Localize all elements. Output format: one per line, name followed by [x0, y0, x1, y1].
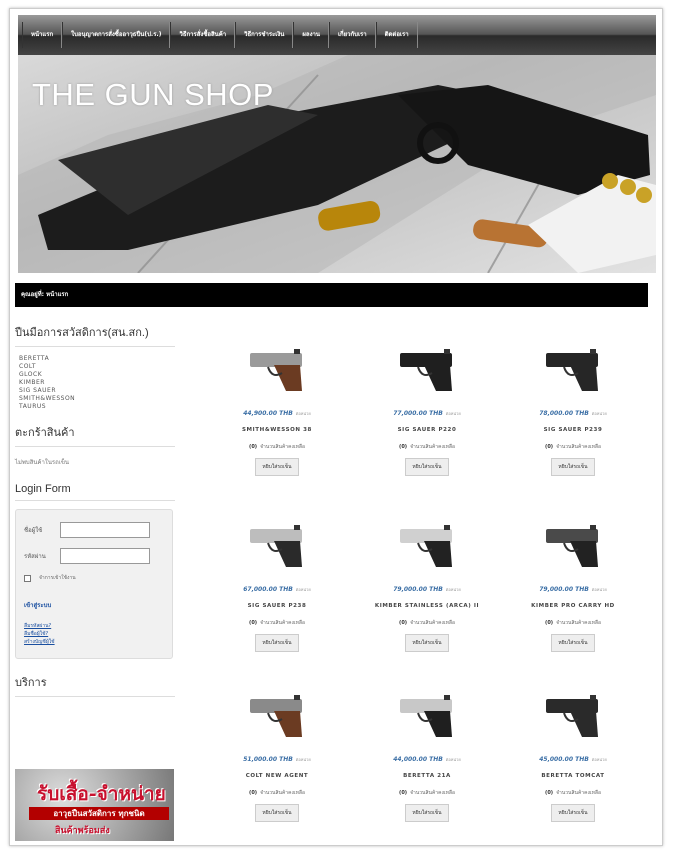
- product-name[interactable]: SMITH&WESSON 38: [207, 427, 347, 433]
- category-item[interactable]: SIG SAUER: [15, 387, 175, 395]
- login-links: ลืมรหัสผ่าน? ลืมชื่อผู้ใช้? สร้างบัญชีผู้ใ…: [24, 622, 164, 646]
- pistol-icon[interactable]: [242, 517, 312, 572]
- product-stock: (0) จำนวนสินค้าคงเหลือ: [545, 444, 601, 450]
- product-name[interactable]: SIG SAUER P239: [503, 427, 643, 433]
- login-form: ชื่อผู้ใช้ รหัสผ่าน จำการเข้าใช้งาน เข้า…: [15, 509, 173, 659]
- sidebar: ปืนมือการสวัสดิการ(สน.สก.) BERETTA COLT GL…: [15, 323, 175, 705]
- product-price: 78,000.00 THB ต่อหน่วย: [539, 410, 607, 417]
- site-title: THE GUN SHOP: [32, 77, 274, 112]
- category-list: BERETTA COLT GLOCK KIMBER SIG SAUER SMITH&WES…: [15, 355, 175, 411]
- login-heading: Login Form: [15, 483, 175, 501]
- nav-item[interactable]: ผลงาน: [293, 22, 329, 48]
- ad-heading: บริการ: [15, 673, 175, 697]
- cart-heading: ตะกร้าสินค้า: [15, 423, 175, 447]
- nav-item[interactable]: ใบอนุญาตการสั่งซื้ออาวุธปืน(ป.ร.): [62, 22, 171, 48]
- ad-text-main: รับเสื้อ-จำหน่าย: [37, 783, 166, 805]
- breadcrumb: คุณอยู่ที่: หน้าแรก: [15, 283, 648, 307]
- category-item[interactable]: GLOCK: [15, 371, 175, 379]
- categories-heading: ปืนมือการสวัสดิการ(สน.สก.): [15, 323, 175, 347]
- top-nav: หน้าแรก ใบอนุญาตการสั่งซื้ออาวุธปืน(ป.ร.)…: [18, 15, 656, 55]
- username-label: ชื่อผู้ใช้: [24, 527, 43, 534]
- cart-empty-text: ไม่พบสินค้าในรถเข็น: [15, 459, 70, 466]
- product-stock: (0) จำนวนสินค้าคงเหลือ: [399, 790, 455, 796]
- product-stock: (0) จำนวนสินค้าคงเหลือ: [545, 790, 601, 796]
- product-card: 44,900.00 THB ต่อหน่วย SMITH&WESSON 38 (0) จ…: [207, 341, 347, 476]
- product-stock: (0) จำนวนสินค้าคงเหลือ: [249, 620, 305, 626]
- nav-item[interactable]: เกี่ยวกับเรา: [328, 22, 376, 48]
- product-price: 67,000.00 THB ต่อหน่วย: [243, 586, 311, 593]
- product-name[interactable]: BERETTA TOMCAT: [503, 773, 643, 779]
- product-price: 45,000.00 THB ต่อหน่วย: [539, 756, 607, 763]
- password-input[interactable]: [60, 548, 150, 564]
- product-name[interactable]: KIMBER STAINLESS (ARCA) II: [357, 603, 497, 609]
- category-item[interactable]: COLT: [15, 363, 175, 371]
- add-to-cart-button[interactable]: หยิบใส่รถเข็น: [551, 804, 595, 822]
- add-to-cart-button[interactable]: หยิบใส่รถเข็น: [405, 458, 449, 476]
- product-price: 51,000.00 THB ต่อหน่วย: [243, 756, 311, 763]
- product-price: 79,000.00 THB ต่อหน่วย: [539, 586, 607, 593]
- ad-text-sub: อาวุธปืนสวัสดิการ ทุกชนิด: [29, 807, 169, 820]
- remember-checkbox[interactable]: [24, 574, 31, 582]
- product-price: 77,000.00 THB ต่อหน่วย: [393, 410, 461, 417]
- password-label: รหัสผ่าน: [24, 553, 46, 560]
- category-item[interactable]: SMITH&WESSON: [15, 395, 175, 403]
- product-stock: (0) จำนวนสินค้าคงเหลือ: [249, 444, 305, 450]
- pistol-icon[interactable]: [392, 517, 462, 572]
- product-name[interactable]: BERETTA 21A: [357, 773, 497, 779]
- category-item[interactable]: BERETTA: [15, 355, 175, 363]
- product-card: 45,000.00 THB ต่อหน่วย BERETTA TOMCAT (0) จำ…: [503, 687, 643, 822]
- add-to-cart-button[interactable]: หยิบใส่รถเข็น: [405, 804, 449, 822]
- product-name[interactable]: KIMBER PRO CARRY HD: [503, 603, 643, 609]
- product-card: 51,000.00 THB ต่อหน่วย COLT NEW AGENT (0) จำ…: [207, 687, 347, 822]
- remember-label: จำการเข้าใช้งาน: [39, 575, 76, 581]
- add-to-cart-button[interactable]: หยิบใส่รถเข็น: [255, 804, 299, 822]
- pistol-icon[interactable]: [538, 517, 608, 572]
- add-to-cart-button[interactable]: หยิบใส่รถเข็น: [551, 634, 595, 652]
- product-stock: (0) จำนวนสินค้าคงเหลือ: [249, 790, 305, 796]
- pistol-icon[interactable]: [242, 687, 312, 742]
- product-stock: (0) จำนวนสินค้าคงเหลือ: [399, 620, 455, 626]
- nav-item[interactable]: ติดต่อเรา: [375, 22, 418, 48]
- ad-text-ready: สินค้าพร้อมส่ง: [55, 826, 110, 836]
- header-banner: THE GUN SHOP: [18, 55, 656, 273]
- page: หน้าแรก ใบอนุญาตการสั่งซื้ออาวุธปืน(ป.ร.)…: [9, 8, 663, 846]
- pistol-icon[interactable]: [392, 687, 462, 742]
- login-link[interactable]: ลืมชื่อผู้ใช้?: [24, 630, 164, 638]
- add-to-cart-button[interactable]: หยิบใส่รถเข็น: [551, 458, 595, 476]
- product-card: 78,000.00 THB ต่อหน่วย SIG SAUER P239 (0) จำ…: [503, 341, 643, 476]
- product-card: 77,000.00 THB ต่อหน่วย SIG SAUER P220 (0) จำ…: [357, 341, 497, 476]
- product-card: 79,000.00 THB ต่อหน่วย KIMBER STAINLESS (A…: [357, 517, 497, 652]
- nav-item[interactable]: วิธีการสั่งซื้อสินค้า: [170, 22, 236, 48]
- add-to-cart-button[interactable]: หยิบใส่รถเข็น: [405, 634, 449, 652]
- add-to-cart-button[interactable]: หยิบใส่รถเข็น: [255, 458, 299, 476]
- pistol-icon[interactable]: [392, 341, 462, 396]
- product-name[interactable]: SIG SAUER P220: [357, 427, 497, 433]
- category-item[interactable]: TAURUS: [15, 403, 175, 411]
- product-card: 79,000.00 THB ต่อหน่วย KIMBER PRO CARRY HD…: [503, 517, 643, 652]
- product-stock: (0) จำนวนสินค้าคงเหลือ: [545, 620, 601, 626]
- pistol-icon[interactable]: [538, 687, 608, 742]
- category-item[interactable]: KIMBER: [15, 379, 175, 387]
- product-name[interactable]: COLT NEW AGENT: [207, 773, 347, 779]
- product-price: 44,900.00 THB ต่อหน่วย: [243, 410, 311, 417]
- product-name[interactable]: SIG SAUER P238: [207, 603, 347, 609]
- add-to-cart-button[interactable]: หยิบใส่รถเข็น: [255, 634, 299, 652]
- nav-item[interactable]: วิธีการชำระเงิน: [235, 22, 294, 48]
- product-card: 44,000.00 THB ต่อหน่วย BERETTA 21A (0) จำนวน…: [357, 687, 497, 822]
- product-price: 79,000.00 THB ต่อหน่วย: [393, 586, 461, 593]
- login-link[interactable]: ลืมรหัสผ่าน?: [24, 622, 164, 630]
- login-link[interactable]: สร้างบัญชีผู้ใช้: [24, 638, 164, 646]
- username-input[interactable]: [60, 522, 150, 538]
- pistol-icon[interactable]: [538, 341, 608, 396]
- nav-item[interactable]: หน้าแรก: [22, 22, 63, 48]
- product-stock: (0) จำนวนสินค้าคงเหลือ: [399, 444, 455, 450]
- pistol-icon[interactable]: [242, 341, 312, 396]
- product-price: 44,000.00 THB ต่อหน่วย: [393, 756, 461, 763]
- product-card: 67,000.00 THB ต่อหน่วย SIG SAUER P238 (0) จำ…: [207, 517, 347, 652]
- login-button[interactable]: เข้าสู่ระบบ: [24, 600, 51, 610]
- ad-banner[interactable]: รับเสื้อ-จำหน่าย อาวุธปืนสวัสดิการ ทุกชน…: [15, 769, 174, 841]
